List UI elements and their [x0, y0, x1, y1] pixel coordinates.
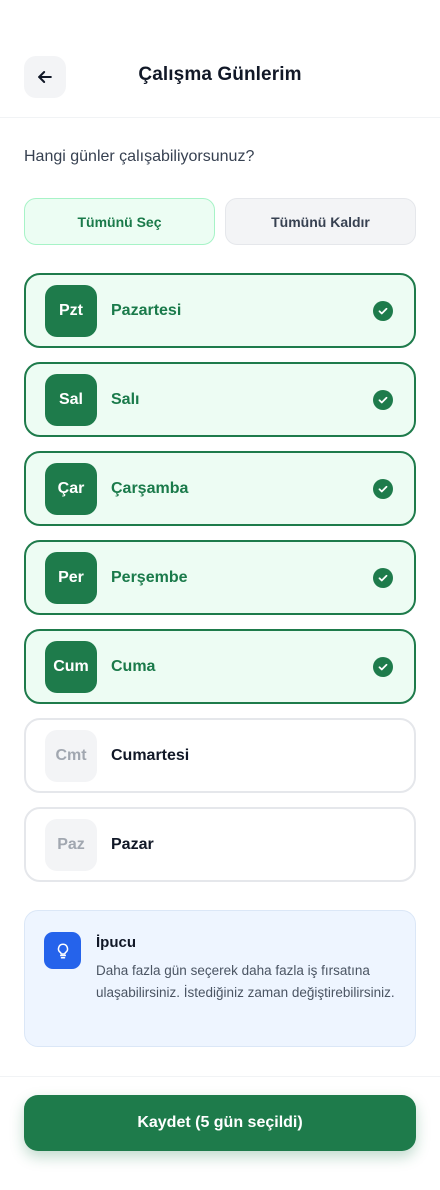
- day-name: Pazar: [111, 835, 154, 853]
- check-circle-icon: [373, 478, 393, 499]
- day-item-cumartesi[interactable]: Cmt Cumartesi: [24, 718, 416, 793]
- day-abbr-badge: Çar: [45, 462, 97, 515]
- day-name: Perşembe: [111, 568, 188, 586]
- day-abbr-badge: Paz: [45, 818, 97, 871]
- day-item-carsamba[interactable]: Çar Çarşamba: [24, 451, 416, 526]
- day-item-pazar[interactable]: Paz Pazar: [24, 807, 416, 882]
- day-name: Salı: [111, 390, 140, 408]
- check-circle-icon: [373, 300, 393, 321]
- clear-all-button[interactable]: Tümünü Kaldır: [225, 198, 416, 245]
- work-days-screen: Çalışma Günlerim Hangi günler çalışabili…: [0, 0, 440, 1190]
- lightbulb-icon: [44, 932, 81, 969]
- check-circle-icon: [373, 389, 393, 410]
- day-name: Cuma: [111, 657, 156, 675]
- day-item-persembe[interactable]: Per Perşembe: [24, 540, 416, 615]
- tip-text: Daha fazla gün seçerek daha fazla iş fır…: [96, 963, 395, 1000]
- page-title: Çalışma Günlerim: [138, 64, 302, 85]
- day-abbr-badge: Sal: [45, 373, 97, 426]
- day-abbr-badge: Cmt: [45, 729, 97, 782]
- day-list: Pzt Pazartesi Sal Salı Çar Çarşamba Per …: [24, 273, 416, 896]
- header: Çalışma Günlerim: [0, 0, 440, 118]
- save-button[interactable]: Kaydet (5 gün seçildi): [24, 1095, 416, 1151]
- day-abbr-badge: Per: [45, 551, 97, 604]
- day-abbr-badge: Pzt: [45, 284, 97, 337]
- day-name: Cumartesi: [111, 746, 190, 764]
- tip-card: İpucu Daha fazla gün seçerek daha fazla …: [24, 910, 416, 1047]
- question-text: Hangi günler çalışabiliyorsunuz?: [24, 148, 255, 165]
- day-name: Pazartesi: [111, 301, 182, 319]
- day-item-sali[interactable]: Sal Salı: [24, 362, 416, 437]
- footer-divider: [0, 1076, 440, 1077]
- check-circle-icon: [373, 656, 393, 677]
- day-abbr-badge: Cum: [45, 640, 97, 693]
- bulk-actions: Tümünü Seç Tümünü Kaldır: [24, 198, 416, 245]
- check-circle-icon: [373, 567, 393, 588]
- day-item-cuma[interactable]: Cum Cuma: [24, 629, 416, 704]
- tip-title: İpucu: [96, 934, 136, 951]
- day-item-pazartesi[interactable]: Pzt Pazartesi: [24, 273, 416, 348]
- select-all-button[interactable]: Tümünü Seç: [24, 198, 215, 245]
- day-name: Çarşamba: [111, 479, 189, 497]
